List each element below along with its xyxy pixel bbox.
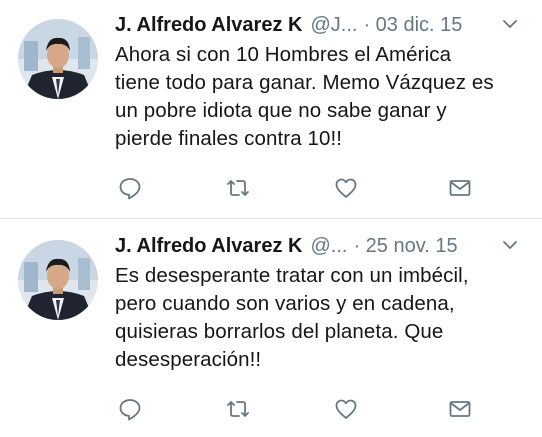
author-name[interactable]: J. Alfredo Alvarez K <box>115 235 302 258</box>
author-handle[interactable]: @J... <box>310 14 357 37</box>
tweet-actions <box>116 175 486 201</box>
envelope-icon[interactable] <box>446 175 474 201</box>
avatar[interactable] <box>18 19 98 99</box>
avatar[interactable] <box>18 240 98 320</box>
tweet-timestamp[interactable]: · 03 dic. 15 <box>363 14 462 37</box>
chevron-down-icon[interactable] <box>498 12 522 36</box>
envelope-icon[interactable] <box>446 396 474 422</box>
tweet[interactable]: J. Alfredo Alvarez K @J... · 03 dic. 15 … <box>0 0 542 218</box>
tweet-header: J. Alfredo Alvarez K @J... · 03 dic. 15 <box>115 10 528 40</box>
reply-icon[interactable] <box>116 175 144 201</box>
author-handle[interactable]: @... <box>310 235 347 258</box>
heart-icon[interactable] <box>332 175 360 201</box>
retweet-icon[interactable] <box>224 175 252 201</box>
tweet-text: Es desesperante tratar con un imbécil, p… <box>115 264 469 371</box>
tweet-header: J. Alfredo Alvarez K @... · 25 nov. 15 <box>115 231 528 261</box>
chevron-down-icon[interactable] <box>498 233 522 257</box>
heart-icon[interactable] <box>332 396 360 422</box>
tweet-timestamp[interactable]: · 25 nov. 15 <box>353 235 457 258</box>
tweet[interactable]: J. Alfredo Alvarez K @... · 25 nov. 15 E… <box>0 219 542 437</box>
retweet-icon[interactable] <box>224 396 252 422</box>
tweet-text: Ahora si con 10 Hombres el América tiene… <box>115 43 494 150</box>
author-name[interactable]: J. Alfredo Alvarez K <box>115 14 302 37</box>
reply-icon[interactable] <box>116 396 144 422</box>
tweet-actions <box>116 396 486 422</box>
